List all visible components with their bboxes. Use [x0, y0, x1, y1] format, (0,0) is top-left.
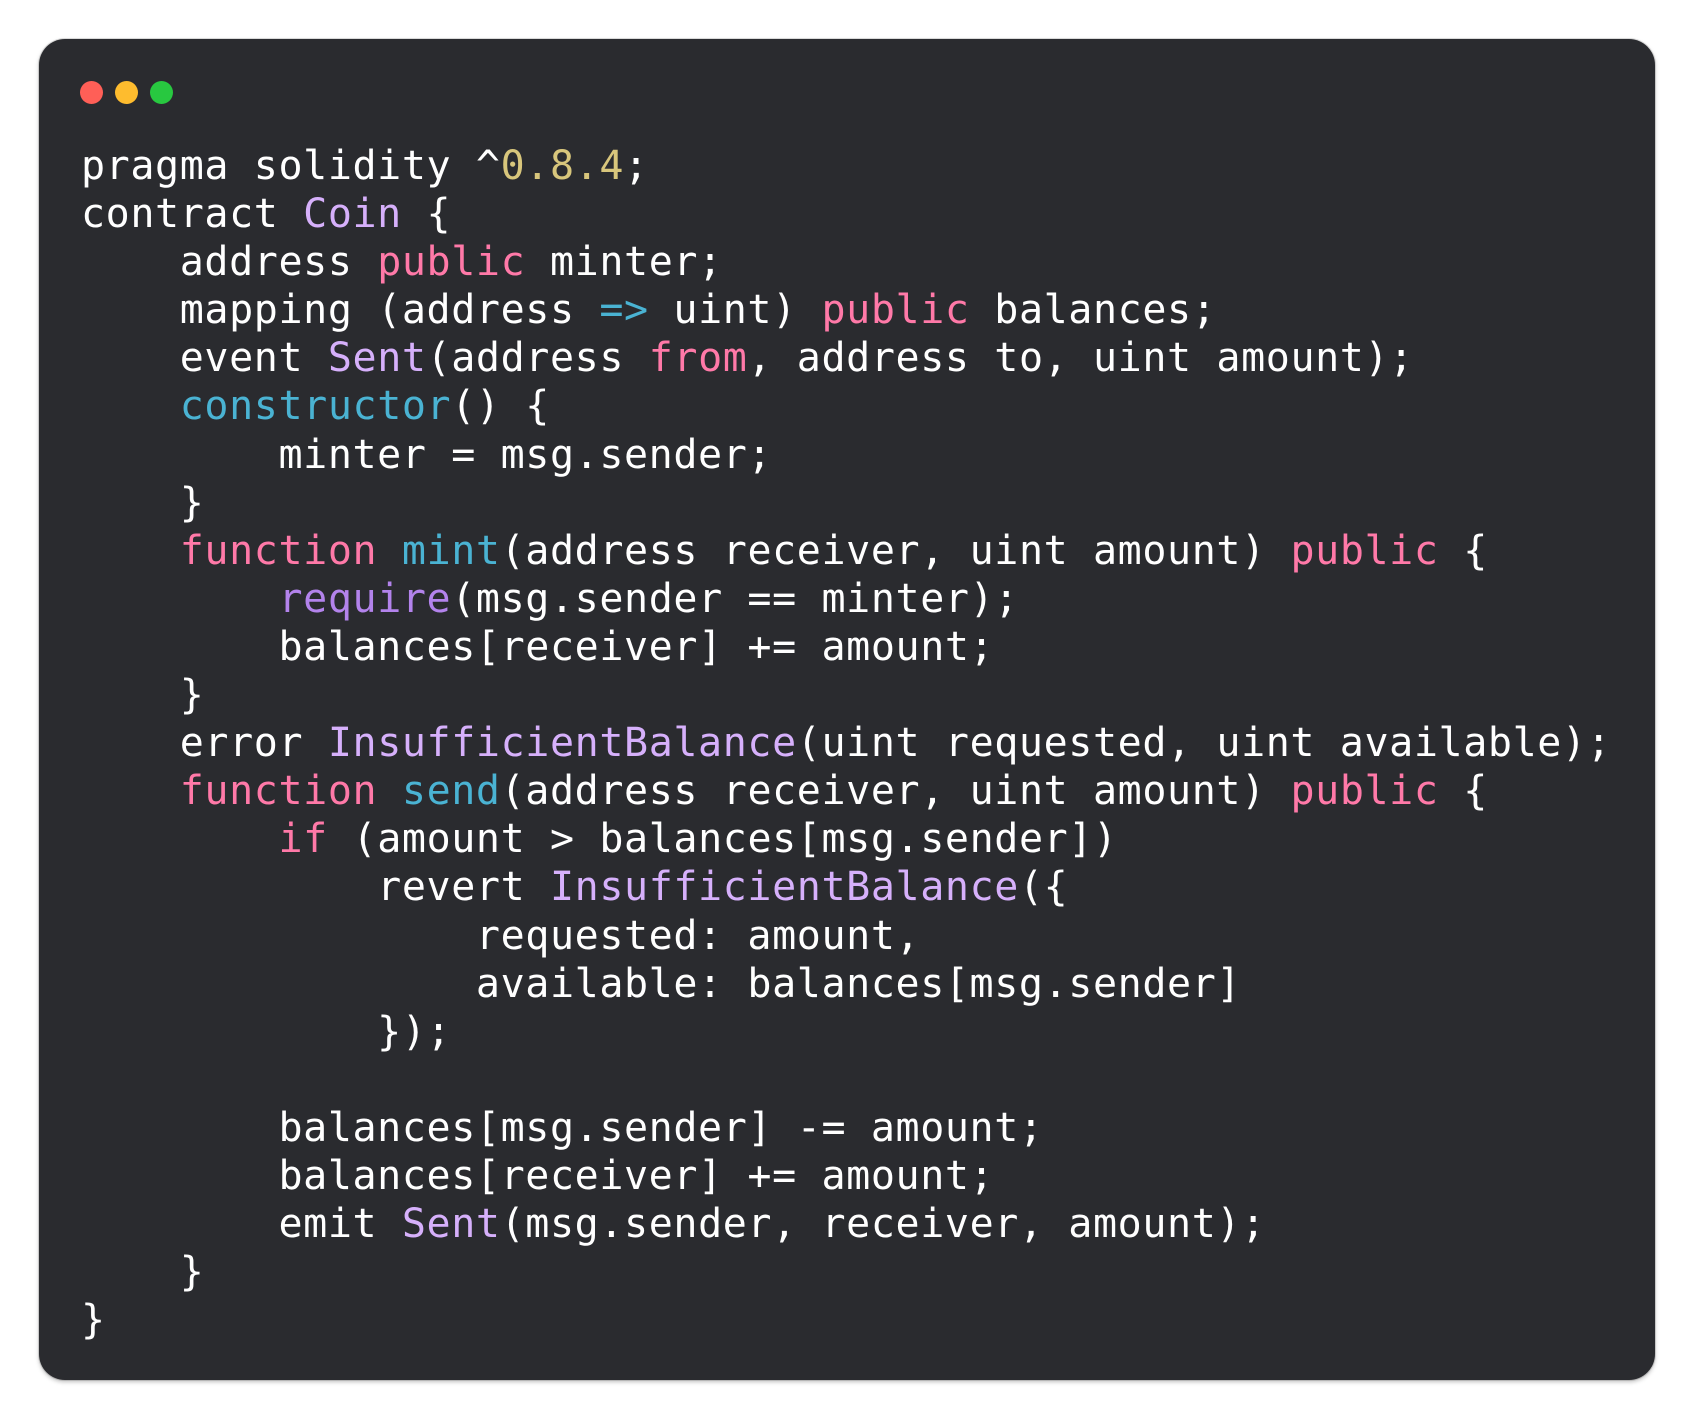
- code-token-plain: (amount > balances[msg.sender]): [327, 816, 1118, 863]
- code-token-type: InsufficientBalance: [327, 720, 797, 767]
- code-token-plain: ;: [624, 143, 649, 189]
- code-token-plain: {: [1438, 527, 1488, 574]
- code-token-fn: send: [401, 768, 501, 815]
- code-line: contract Coin {: [81, 190, 1611, 238]
- code-line: function mint(address receiver, uint amo…: [81, 527, 1611, 575]
- code-token-plain: contract: [81, 191, 304, 238]
- code-token-type: InsufficientBalance: [549, 864, 1019, 911]
- zoom-button[interactable]: [150, 81, 173, 104]
- code-line: minter = msg.sender;: [81, 431, 1611, 479]
- code-token-plain: balances[receiver] += amount;: [81, 1152, 995, 1199]
- code-line: }: [81, 1296, 1611, 1344]
- code-line: });: [81, 1008, 1611, 1056]
- code-line: revert InsufficientBalance({: [81, 863, 1611, 911]
- code-line: require(msg.sender == minter);: [81, 575, 1611, 623]
- code-block: pragma solidity ^0.8.4; contract Coin { a…: [81, 142, 1611, 1344]
- code-token-kw: public: [377, 239, 526, 286]
- code-token-plain: }: [81, 479, 205, 526]
- code-token-kw: function: [179, 768, 378, 815]
- code-line: error InsufficientBalance(uint requested…: [81, 719, 1611, 767]
- code-token-plain: (address: [426, 335, 649, 382]
- code-token-plain: minter = msg.sender;: [81, 431, 773, 478]
- code-line: available: balances[msg.sender]: [81, 960, 1611, 1008]
- code-line: emit Sent(msg.sender, receiver, amount);: [81, 1200, 1611, 1248]
- code-line: requested: amount,: [81, 912, 1611, 960]
- code-line: balances[msg.sender] -= amount;: [81, 1104, 1611, 1152]
- close-button[interactable]: [80, 81, 103, 104]
- code-token-plain: , address to, uint amount);: [747, 335, 1414, 382]
- code-token-plain: }: [81, 1297, 106, 1344]
- code-token-builtin: require: [278, 575, 452, 622]
- code-line: if (amount > balances[msg.sender]): [81, 815, 1611, 863]
- code-token-kw: public: [821, 287, 970, 334]
- code-line: function send(address receiver, uint amo…: [81, 767, 1611, 815]
- code-token-plain: minter;: [525, 239, 723, 286]
- code-token-kw: public: [1290, 768, 1439, 815]
- code-line: address public minter;: [81, 238, 1611, 286]
- code-token-type: Sent: [327, 335, 427, 382]
- code-token-plain: requested: amount,: [81, 912, 921, 959]
- code-token-plain: address: [81, 239, 378, 286]
- code-line: }: [81, 1248, 1611, 1296]
- code-token-fn: constructor: [179, 383, 452, 430]
- code-token-plain: pragma solidity ^: [81, 143, 501, 189]
- code-token-plain: revert: [81, 864, 550, 911]
- code-line: balances[receiver] += amount;: [81, 623, 1611, 671]
- code-token-plain: (uint requested, uint available);: [796, 720, 1612, 767]
- code-token-plain: });: [81, 1008, 452, 1055]
- code-line: }: [81, 671, 1611, 719]
- code-token-plain: (msg.sender == minter);: [451, 575, 1019, 622]
- code-token-plain: (address receiver, uint amount): [500, 527, 1291, 574]
- code-token-plain: }: [81, 1249, 205, 1296]
- code-token-plain: balances[msg.sender] -= amount;: [81, 1104, 1044, 1151]
- code-line: event Sent(address from, address to, uin…: [81, 334, 1611, 382]
- code-token-plain: balances;: [969, 287, 1217, 334]
- code-line: mapping (address => uint) public balance…: [81, 286, 1611, 334]
- window-controls: [80, 81, 173, 104]
- code-token-plain: available: balances[msg.sender]: [81, 960, 1242, 1007]
- code-token-kw: public: [1290, 527, 1439, 574]
- code-token-plain: emit: [81, 1201, 402, 1248]
- code-token-kw: from: [648, 335, 748, 382]
- code-line: pragma solidity ^0.8.4;: [81, 142, 1611, 190]
- minimize-button[interactable]: [115, 81, 138, 104]
- code-token-plain: (msg.sender, receiver, amount);: [500, 1201, 1266, 1248]
- code-window: pragma solidity ^0.8.4; contract Coin { a…: [39, 39, 1655, 1380]
- code-line: balances[receiver] += amount;: [81, 1152, 1611, 1200]
- code-token-plain: balances[receiver] += amount;: [81, 623, 995, 670]
- code-token-fn: mint: [401, 527, 501, 574]
- code-token-plain: uint): [648, 287, 822, 334]
- code-token-num: 0.8.4: [500, 143, 625, 189]
- code-token-plain: mapping (address: [81, 287, 600, 334]
- code-token-kw: function: [179, 527, 378, 574]
- code-token-type: Coin: [303, 191, 402, 238]
- code-line: }: [81, 479, 1611, 527]
- code-token-plain: ({: [1018, 864, 1069, 911]
- code-token-plain: event: [81, 335, 328, 382]
- code-token-plain: {: [401, 191, 452, 238]
- code-token-fn: =>: [599, 287, 649, 334]
- code-line: constructor() {: [81, 382, 1611, 430]
- code-token-plain: (address receiver, uint amount): [500, 768, 1291, 815]
- code-token-plain: {: [1438, 768, 1488, 815]
- code-token-kw: if: [278, 816, 328, 863]
- code-token-plain: () {: [451, 383, 550, 430]
- code-token-plain: }: [81, 672, 205, 719]
- code-token-plain: error: [81, 720, 328, 767]
- code-token-type: Sent: [401, 1201, 501, 1248]
